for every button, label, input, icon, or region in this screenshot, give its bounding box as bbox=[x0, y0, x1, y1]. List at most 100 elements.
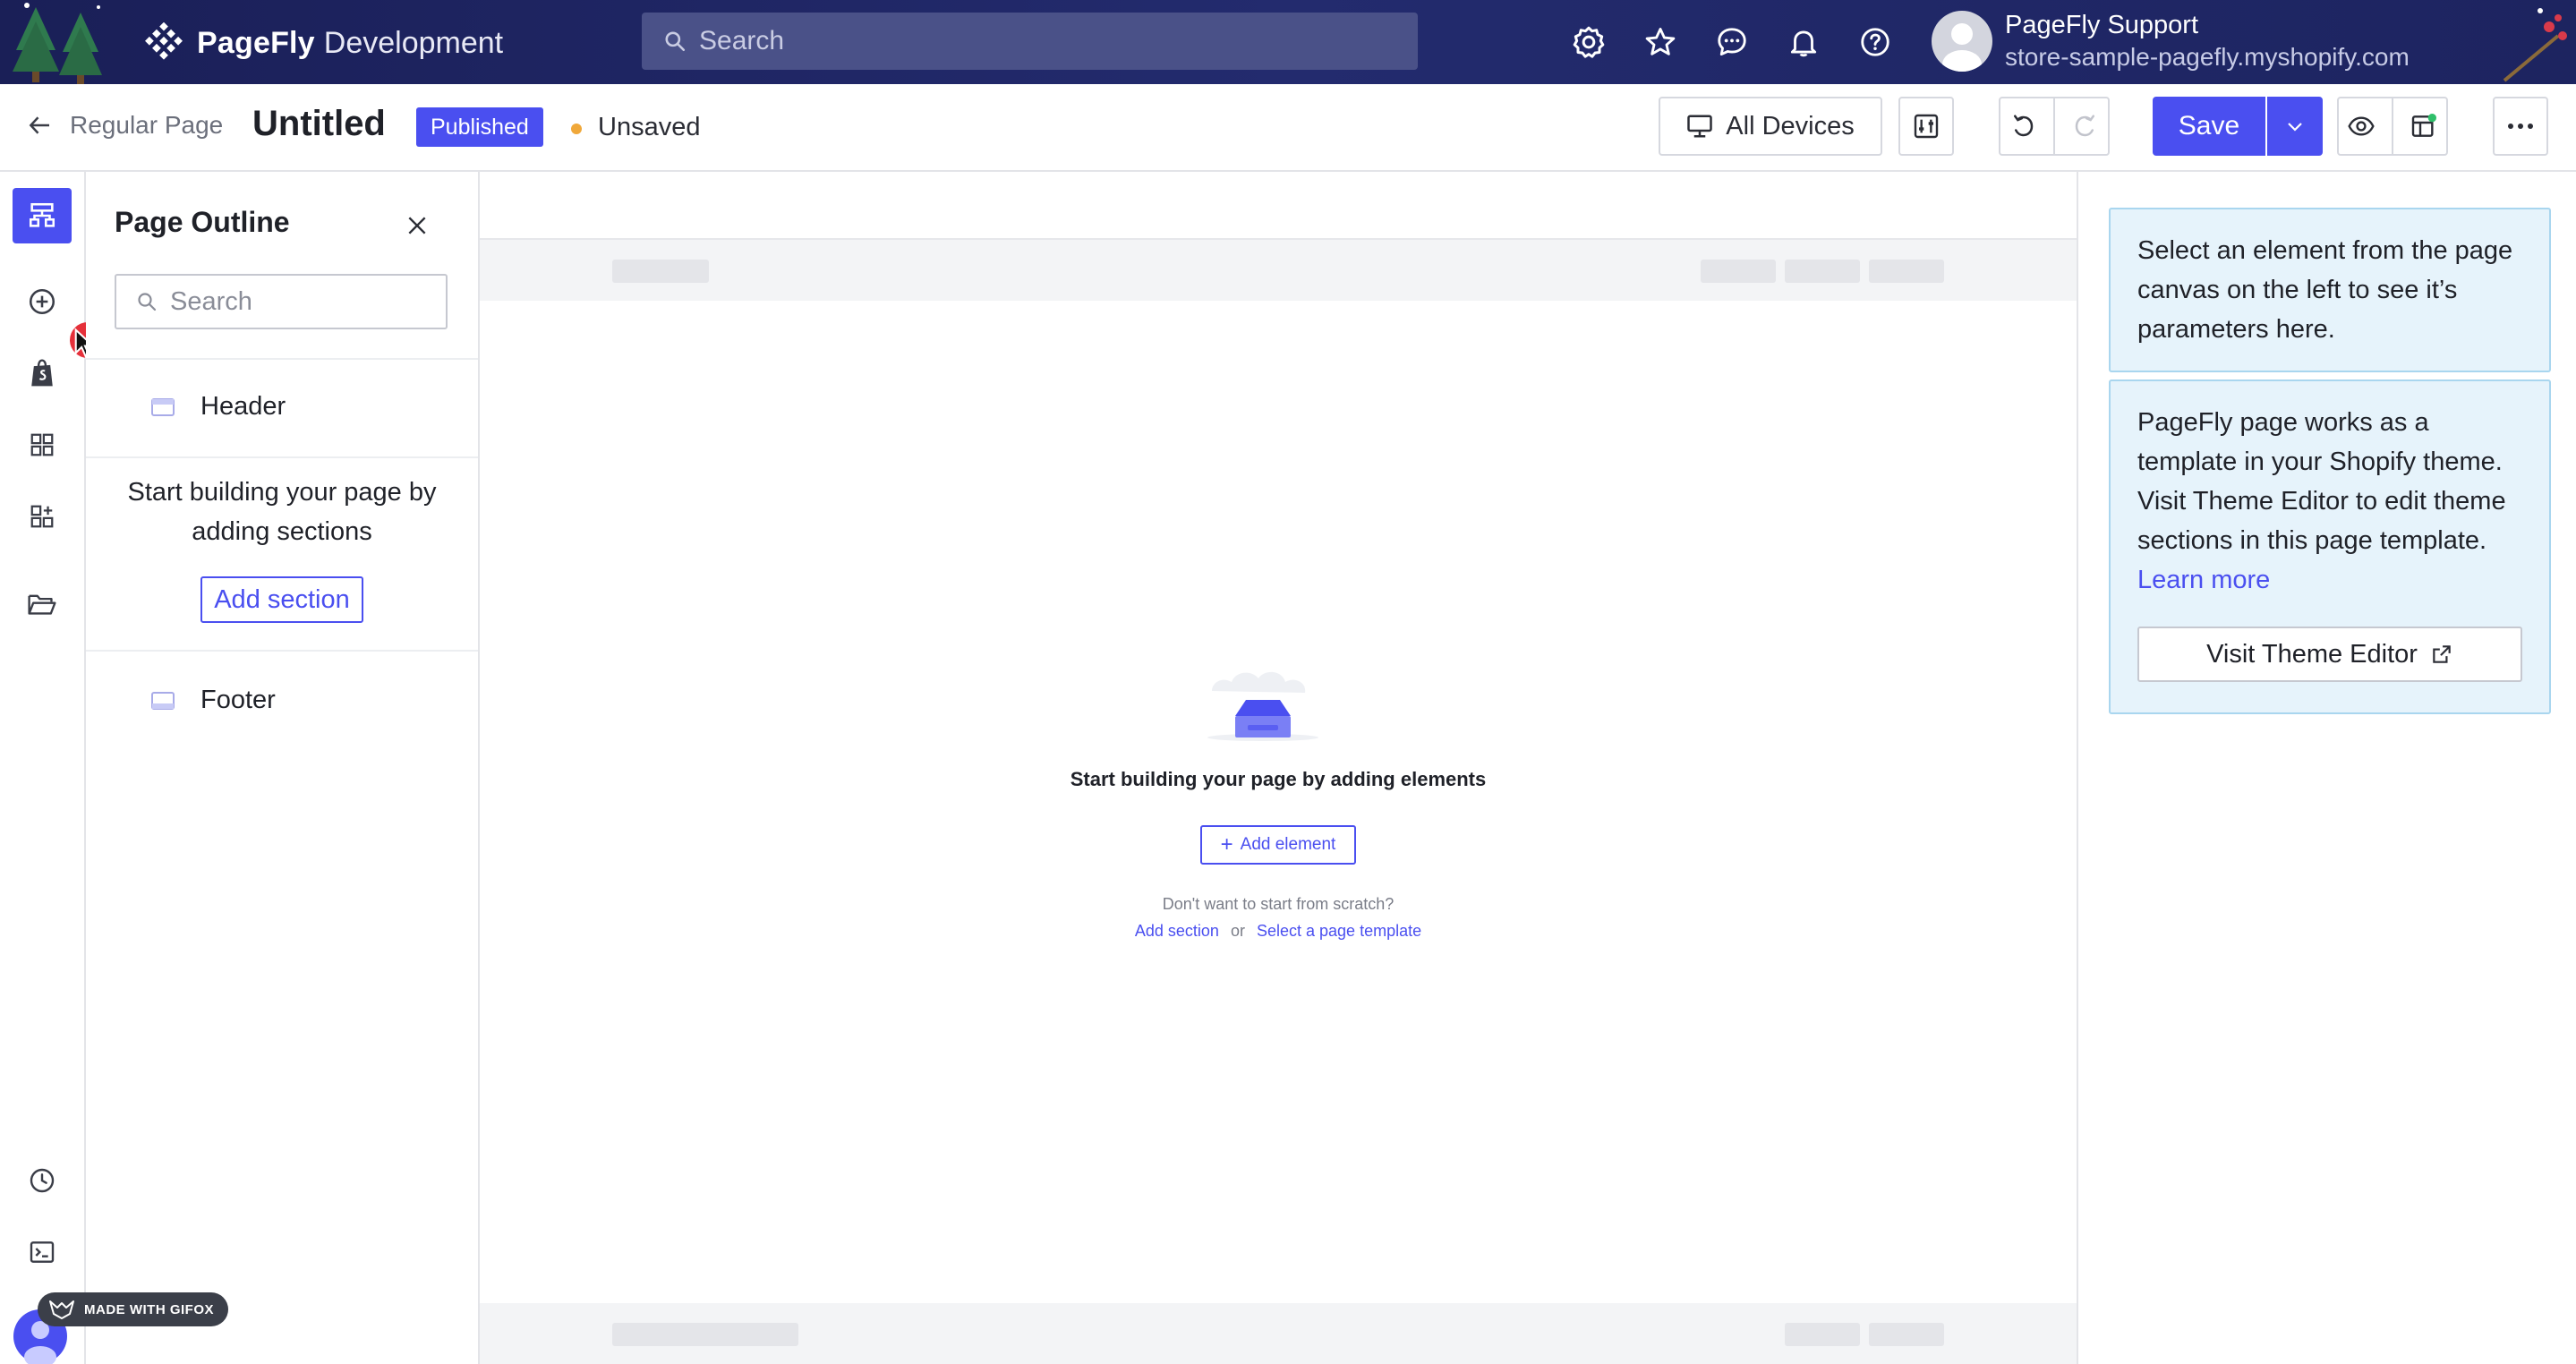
theme-template-info: PageFly page works as a template in your… bbox=[2109, 379, 2551, 714]
skeleton-block bbox=[612, 260, 709, 283]
page-settings-button[interactable] bbox=[1898, 97, 1954, 156]
divider bbox=[86, 358, 478, 360]
device-selector-button[interactable]: All Devices bbox=[1659, 97, 1882, 156]
outline-search-placeholder: Search bbox=[170, 286, 252, 316]
apps-icon bbox=[30, 505, 54, 528]
tree-decoration-icon bbox=[13, 3, 102, 84]
folder-icon bbox=[28, 594, 56, 615]
skeleton-block bbox=[1701, 260, 1776, 283]
page-canvas[interactable]: Start building your page by adding eleme… bbox=[480, 172, 2078, 1364]
page-title[interactable]: Untitled bbox=[252, 104, 386, 144]
visit-theme-editor-button[interactable]: Visit Theme Editor bbox=[2137, 627, 2522, 682]
notifications-button[interactable] bbox=[1781, 20, 1826, 64]
unsaved-indicator-dot bbox=[571, 124, 582, 134]
device-selector-label: All Devices bbox=[1726, 111, 1855, 141]
page-type-label: Regular Page bbox=[70, 111, 224, 139]
canvas-header-placeholder[interactable] bbox=[480, 238, 2077, 301]
top-header: PageFly Development Search PageFly Suppo… bbox=[0, 0, 2576, 84]
global-search-input[interactable]: Search bbox=[642, 13, 1418, 70]
environment-name: Development bbox=[323, 25, 504, 60]
history-icon bbox=[30, 1168, 55, 1193]
outline-item-label: Header bbox=[200, 392, 286, 421]
help-icon bbox=[1861, 28, 1889, 56]
grid-icon bbox=[30, 433, 54, 456]
sliders-icon bbox=[1914, 114, 1939, 139]
more-options-button[interactable] bbox=[2493, 97, 2548, 156]
add-section-link[interactable]: Add section bbox=[1135, 922, 1219, 940]
rail-item-apps[interactable] bbox=[13, 489, 72, 544]
canvas-start-options: Add section or Select a page template bbox=[480, 922, 2077, 941]
favorites-button[interactable] bbox=[1638, 20, 1683, 64]
user-store-domain: store-sample-pagefly.myshopify.com bbox=[2005, 43, 2410, 71]
divider bbox=[86, 456, 478, 458]
page-outline-panel: Page Outline Search Header Start buildin… bbox=[86, 172, 480, 1364]
rail-item-history[interactable] bbox=[13, 1153, 72, 1208]
redo-icon[interactable] bbox=[2072, 113, 2099, 140]
user-avatar[interactable] bbox=[1932, 11, 1992, 72]
inspector-panel: Select an element from the page canvas o… bbox=[2078, 172, 2576, 1364]
select-template-link[interactable]: Select a page template bbox=[1257, 922, 1421, 940]
user-avatar-icon bbox=[1942, 23, 1982, 72]
outline-search-input[interactable]: Search bbox=[115, 274, 448, 329]
publish-status-icon[interactable] bbox=[2410, 112, 2438, 141]
skeleton-block bbox=[1869, 260, 1944, 283]
add-section-button[interactable]: Add section bbox=[200, 576, 363, 623]
gifox-logo-icon bbox=[49, 1300, 74, 1319]
skeleton-block bbox=[1785, 260, 1860, 283]
search-placeholder: Search bbox=[699, 26, 785, 55]
pagefly-logo[interactable]: PageFly Development bbox=[143, 21, 503, 64]
page-outline-icon bbox=[29, 202, 55, 227]
rail-item-library[interactable] bbox=[13, 576, 72, 632]
search-icon bbox=[138, 293, 157, 311]
user-name[interactable]: PageFly Support bbox=[2005, 11, 2198, 40]
skeleton-block bbox=[1869, 1323, 1944, 1346]
skeleton-block bbox=[612, 1323, 798, 1346]
ornament-decoration-icon bbox=[2503, 8, 2567, 82]
skeleton-block bbox=[1785, 1323, 1860, 1346]
chat-button[interactable] bbox=[1710, 20, 1754, 64]
save-options-button[interactable] bbox=[2267, 97, 2323, 156]
add-element-button[interactable]: + Add element bbox=[1200, 825, 1356, 865]
back-to-pages-link[interactable]: Regular Page bbox=[27, 111, 223, 140]
rail-item-sections[interactable] bbox=[13, 417, 72, 473]
plus-icon: + bbox=[1220, 832, 1233, 857]
gifox-watermark: MADE WITH GIFOX bbox=[38, 1292, 228, 1326]
close-panel-button[interactable] bbox=[401, 209, 433, 242]
select-element-hint: Select an element from the page canvas o… bbox=[2109, 208, 2551, 372]
panel-title: Page Outline bbox=[115, 206, 290, 238]
outline-item-header[interactable]: Header bbox=[150, 392, 286, 422]
rail-item-add-element[interactable] bbox=[13, 274, 72, 329]
search-icon bbox=[665, 31, 686, 52]
save-state-label: Unsaved bbox=[598, 113, 701, 141]
desktop-icon bbox=[1687, 115, 1713, 138]
outline-empty-state: Start building your page by adding secti… bbox=[127, 478, 437, 546]
add-icon bbox=[29, 288, 55, 315]
rail-item-page-outline[interactable] bbox=[13, 188, 72, 243]
watermark-text: MADE WITH GIFOX bbox=[84, 1301, 214, 1317]
bell-icon bbox=[1790, 30, 1817, 57]
save-button[interactable]: Save bbox=[2153, 97, 2265, 156]
outline-item-label: Footer bbox=[200, 686, 276, 714]
brand-name: PageFly bbox=[197, 25, 315, 60]
add-element-label: Add element bbox=[1240, 835, 1336, 854]
arrow-left-icon bbox=[29, 116, 49, 134]
shopify-icon bbox=[31, 359, 53, 387]
rail-item-code[interactable] bbox=[13, 1224, 72, 1280]
header-actions bbox=[1566, 20, 1924, 64]
visit-theme-editor-label: Visit Theme Editor bbox=[2206, 640, 2418, 669]
divider bbox=[2392, 98, 2393, 155]
outline-item-footer[interactable]: Footer bbox=[150, 686, 276, 715]
settings-icon bbox=[1573, 26, 1605, 58]
header-section-icon bbox=[151, 397, 175, 416]
eye-icon[interactable] bbox=[2347, 112, 2376, 141]
canvas-footer-placeholder[interactable] bbox=[480, 1303, 2077, 1364]
help-button[interactable] bbox=[1853, 20, 1898, 64]
rail-item-shopify[interactable] bbox=[13, 345, 72, 401]
chat-icon bbox=[1718, 28, 1746, 56]
undo-icon[interactable] bbox=[2009, 113, 2036, 140]
history-button-group bbox=[1999, 97, 2110, 156]
settings-button[interactable] bbox=[1566, 20, 1611, 64]
learn-more-link[interactable]: Learn more bbox=[2137, 560, 2522, 600]
or-separator: or bbox=[1230, 922, 1245, 940]
status-badge: Published bbox=[416, 107, 543, 147]
